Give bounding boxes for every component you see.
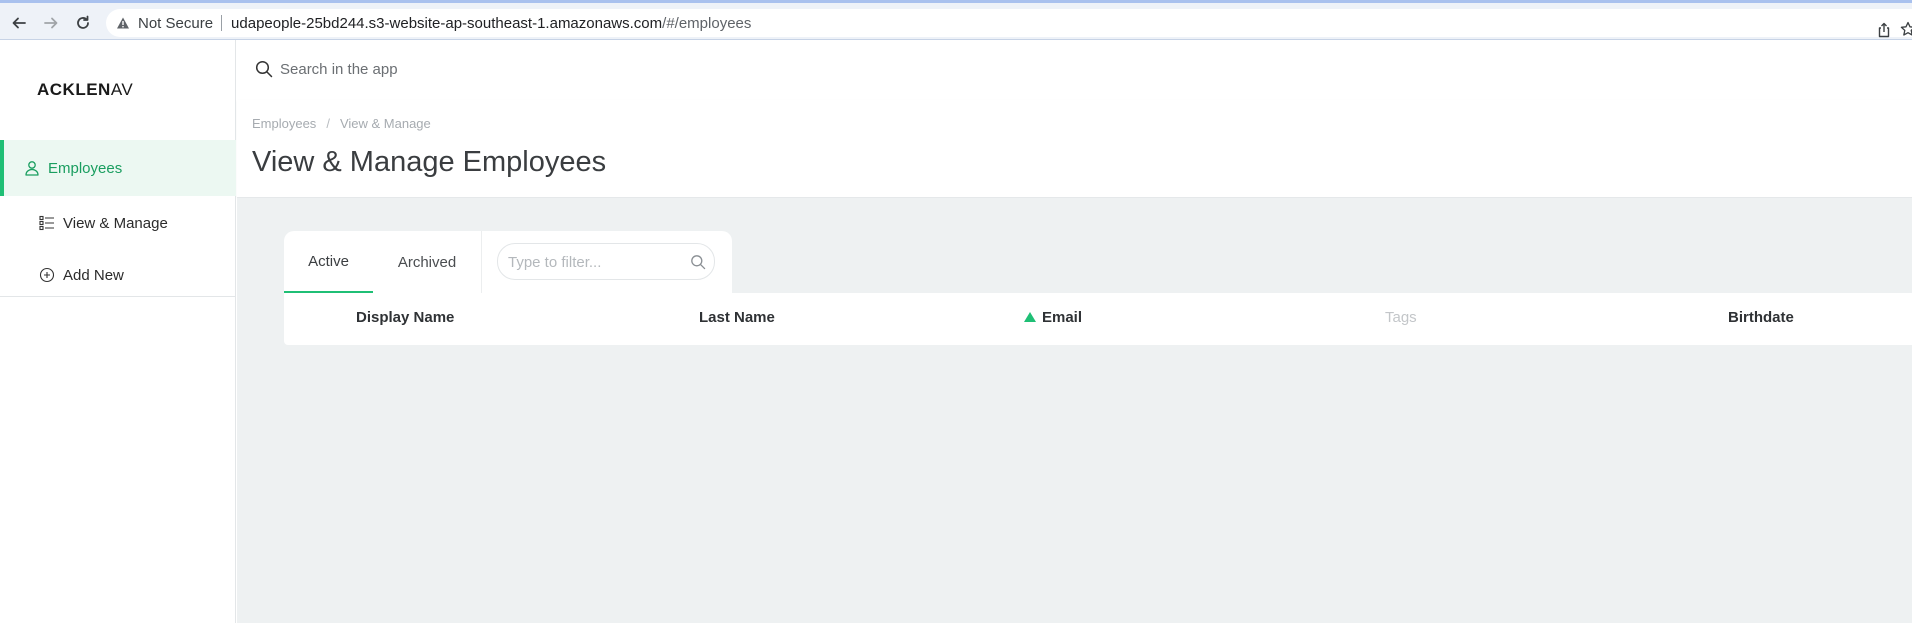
filter-field[interactable] (497, 243, 715, 280)
url-text[interactable]: udapeople-25bd244.s3-website-ap-southeas… (231, 15, 751, 32)
logo-text-light: AV (110, 80, 134, 99)
share-icon[interactable] (1876, 22, 1892, 38)
filter-input[interactable] (508, 252, 678, 272)
url-divider (221, 15, 223, 31)
tab-divider (481, 231, 482, 293)
user-icon (24, 160, 40, 176)
tab-active[interactable]: Active (284, 231, 373, 293)
sidebar-item-label: Add New (63, 266, 124, 284)
bookmark-star-icon[interactable] (1900, 21, 1912, 37)
app-search-input[interactable] (280, 57, 680, 81)
app-topbar (237, 40, 1912, 100)
column-header-display-name[interactable]: Display Name (356, 309, 454, 326)
company-logo[interactable]: ACKLENAV (37, 80, 137, 100)
tab-bar: Active Archived (284, 231, 732, 293)
search-icon (255, 60, 273, 78)
arrow-left-icon (12, 17, 26, 29)
url-path: /#/employees (662, 14, 752, 32)
warning-icon (117, 17, 129, 29)
main-content: Active Archived Display Name Last Name E… (237, 198, 1912, 623)
sidebar: ACKLENAV Employees View & Manage Add New (0, 40, 236, 623)
sidebar-item-label: View & Manage (63, 214, 168, 232)
search-icon[interactable] (690, 254, 706, 270)
column-header-email[interactable]: Email (1042, 309, 1082, 326)
arrow-right-icon (44, 17, 58, 29)
forward-button[interactable] (40, 12, 62, 34)
tab-archived[interactable]: Archived (373, 231, 481, 293)
breadcrumb-separator: / (326, 116, 330, 131)
sidebar-item-view-manage[interactable]: View & Manage (0, 196, 236, 250)
breadcrumb: Employees / View & Manage (252, 116, 431, 131)
browser-toolbar: Not Secure udapeople-25bd244.s3-website-… (0, 0, 1912, 40)
sidebar-item-label: Employees (48, 159, 123, 177)
column-header-birthdate[interactable]: Birthdate (1728, 309, 1794, 326)
list-icon (39, 215, 55, 231)
breadcrumb-item-view-manage: View & Manage (339, 116, 431, 131)
reload-button[interactable] (72, 12, 94, 34)
breadcrumb-item-employees[interactable]: Employees (252, 116, 316, 131)
page-header: Employees / View & Manage View & Manage … (237, 100, 1912, 198)
sidebar-item-employees[interactable]: Employees (0, 140, 236, 196)
back-button[interactable] (8, 12, 30, 34)
page-title: View & Manage Employees (252, 146, 607, 178)
sort-ascending-icon (1024, 312, 1036, 322)
reload-icon (77, 15, 89, 29)
sidebar-item-add-new[interactable]: Add New (0, 248, 236, 302)
security-label[interactable]: Not Secure (138, 15, 213, 32)
sidebar-divider (0, 296, 236, 297)
column-header-tags: Tags (1385, 309, 1417, 326)
column-header-last-name[interactable]: Last Name (699, 309, 775, 326)
url-host: udapeople-25bd244.s3-website-ap-southeas… (231, 14, 663, 32)
logo-text-bold: ACKLEN (37, 80, 111, 99)
table-header: Display Name Last Name Email Tags Birthd… (284, 293, 1912, 345)
address-bar[interactable]: Not Secure udapeople-25bd244.s3-website-… (106, 9, 1912, 38)
plus-circle-icon (39, 267, 55, 283)
